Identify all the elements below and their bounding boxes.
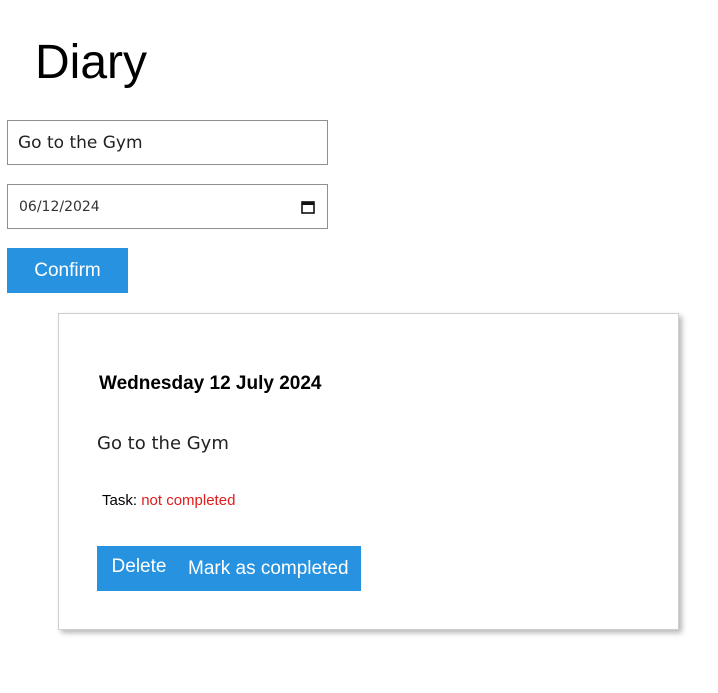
task-input[interactable] [7, 120, 328, 165]
date-input[interactable]: 06/12/2024 [7, 184, 328, 229]
task-status-value: not completed [141, 492, 236, 509]
confirm-button[interactable]: Confirm [7, 248, 128, 293]
delete-button[interactable]: Delete [97, 546, 181, 591]
calendar-icon[interactable] [301, 200, 315, 214]
entry-actions: Delete Mark as completed [97, 546, 361, 591]
diary-page: Diary 06/12/2024 Confirm Wednesday 12 Ju… [0, 0, 718, 693]
task-status-label: Task: [102, 492, 138, 509]
entry-date-heading: Wednesday 12 July 2024 [99, 373, 322, 394]
page-title: Diary [35, 36, 148, 89]
task-status: Task: not completed [102, 492, 235, 509]
date-value: 06/12/2024 [19, 198, 100, 215]
diary-entry-card: Wednesday 12 July 2024 Go to the Gym Tas… [58, 313, 679, 630]
entry-text: Go to the Gym [97, 433, 229, 454]
mark-completed-button[interactable]: Mark as completed [181, 546, 361, 591]
